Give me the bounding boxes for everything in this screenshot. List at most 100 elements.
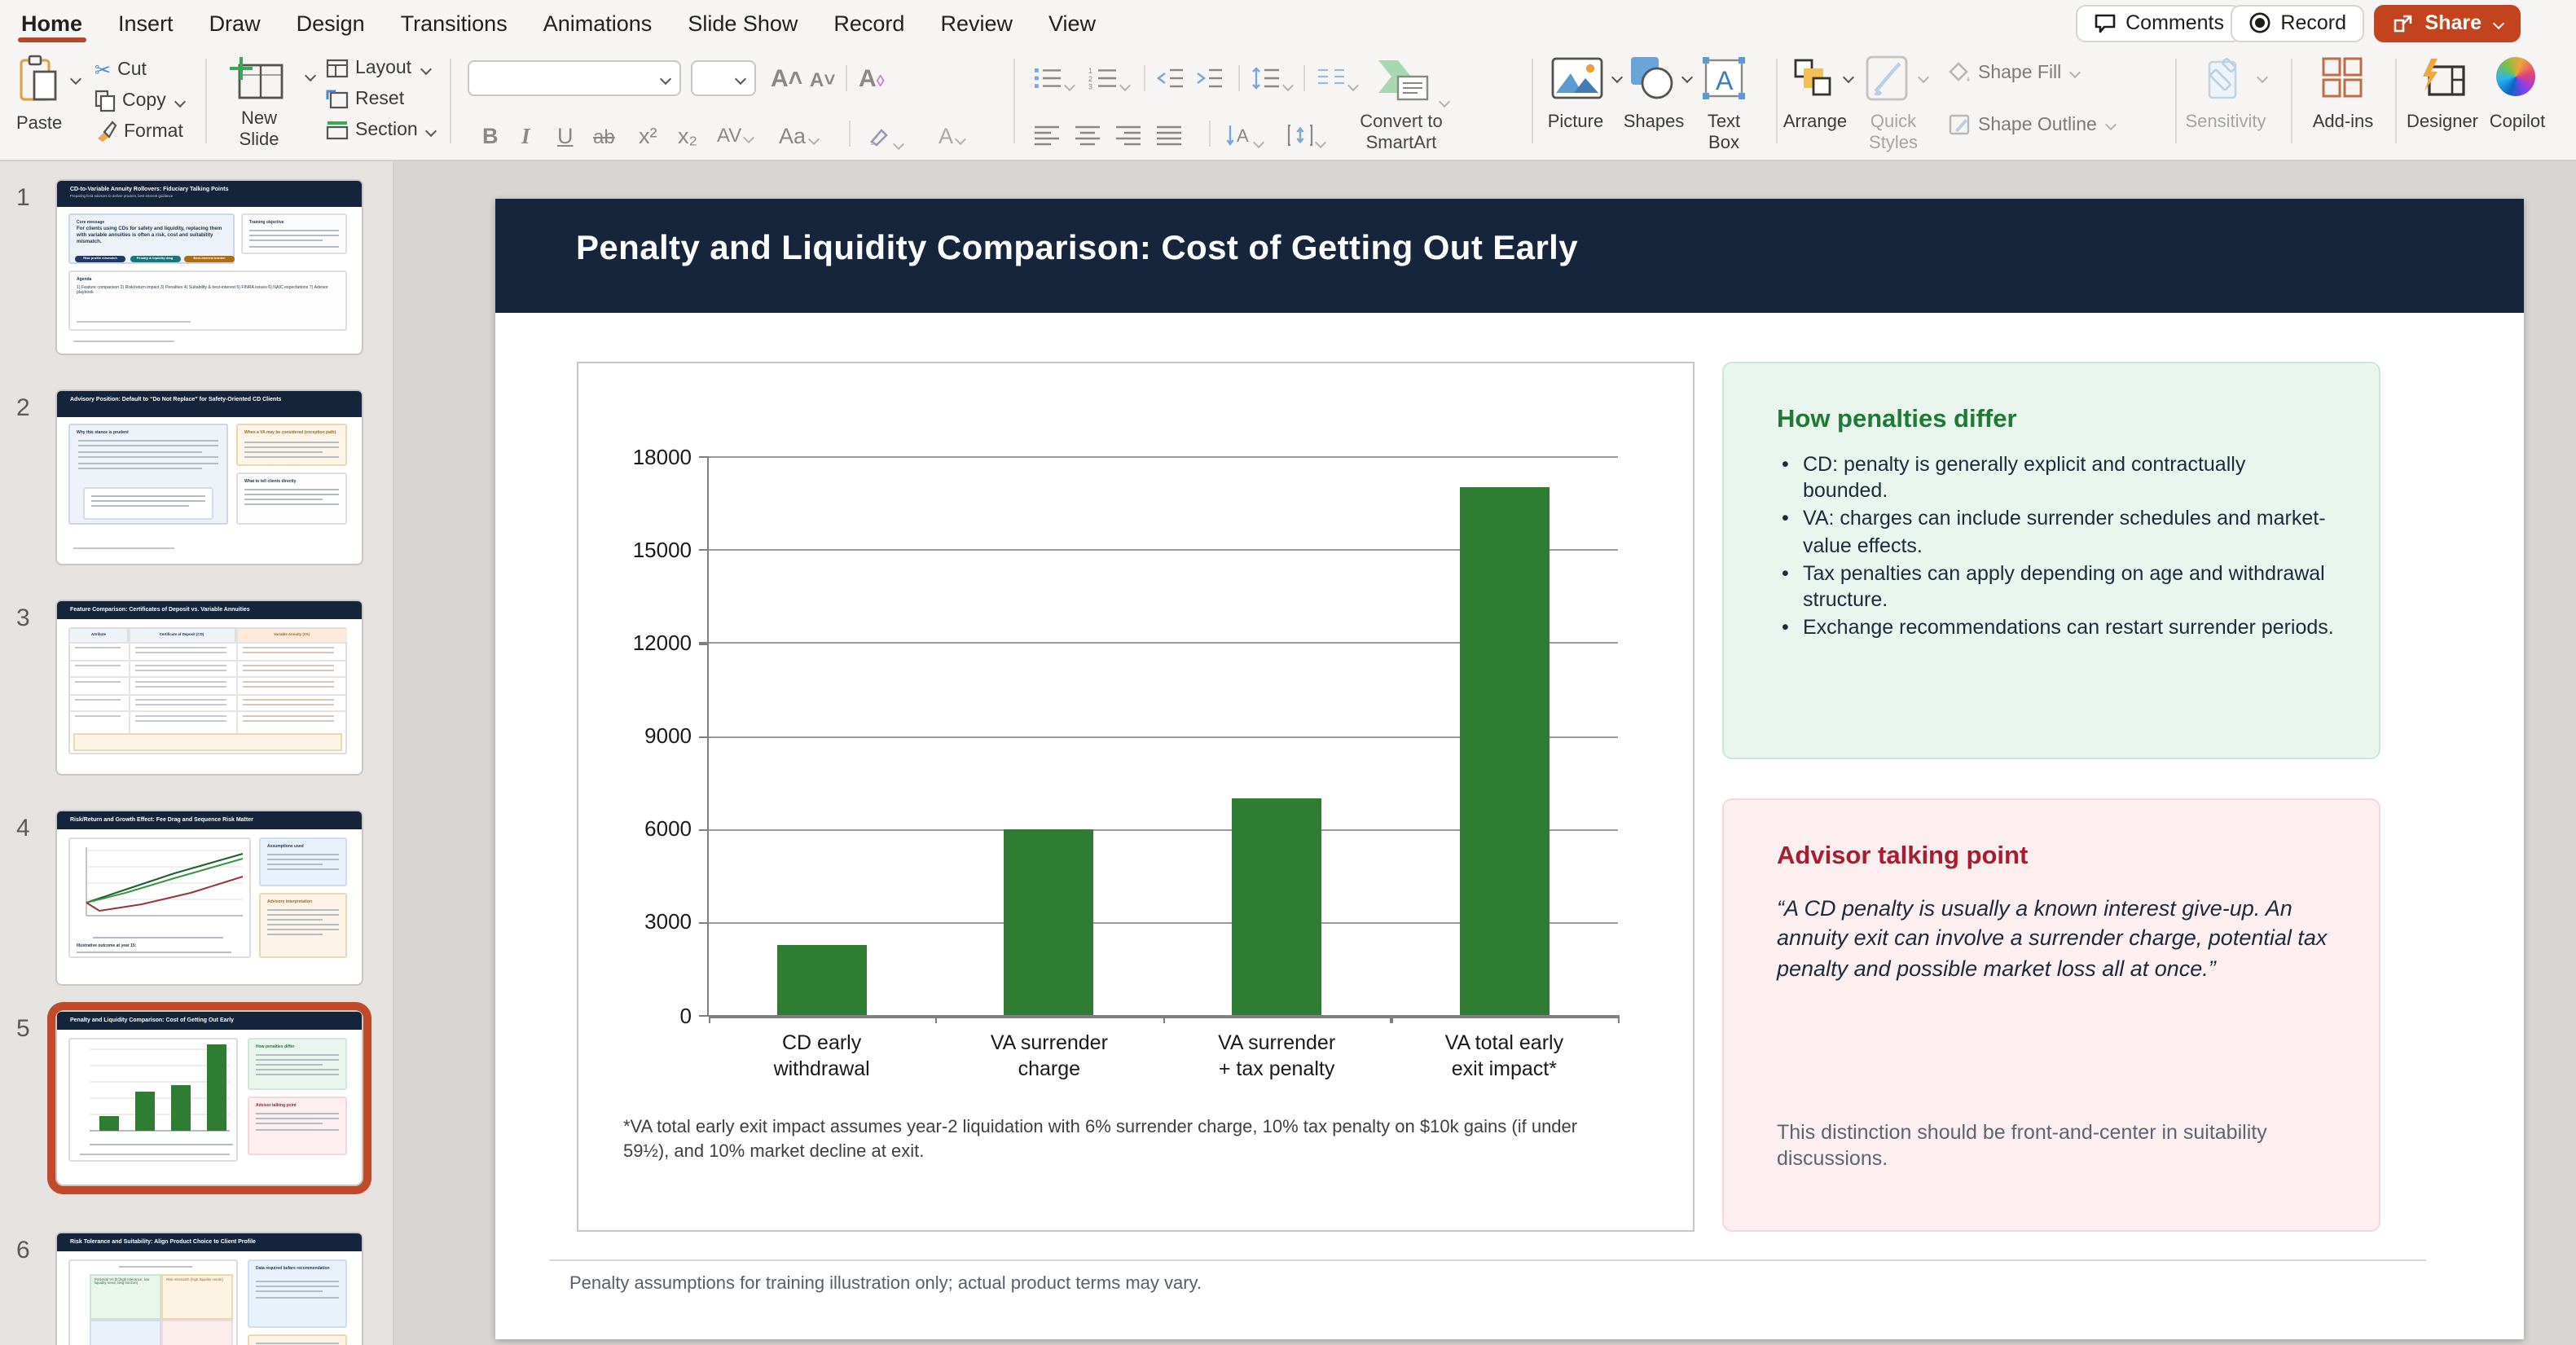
designer-button[interactable]	[2418, 57, 2467, 108]
change-case-button[interactable]: Aa	[779, 124, 817, 148]
highlight-color-button[interactable]	[867, 125, 903, 156]
slide-thumbnail-3[interactable]: Feature Comparison: Certificates of Depo…	[57, 601, 362, 774]
layout-chevron-icon	[420, 63, 431, 74]
increase-font-size-button[interactable]: A˄	[771, 65, 802, 93]
shape-fill-button[interactable]: Shape Fill	[1949, 62, 2079, 83]
layout-icon	[326, 59, 349, 78]
font-size-combo[interactable]	[691, 60, 756, 96]
copilot-label: Copilot	[2480, 112, 2555, 133]
slide-thumbnail-6[interactable]: Risk Tolerance and Suitability: Align Pr…	[57, 1233, 362, 1345]
tab-view[interactable]: View	[1031, 0, 1114, 46]
tab-slide-show[interactable]: Slide Show	[670, 0, 815, 46]
quick-styles-button[interactable]	[1864, 54, 1910, 111]
advisor-talking-point-box[interactable]: Advisor talking point “A CD penalty is u…	[1721, 798, 2380, 1231]
bullets-button[interactable]	[1033, 67, 1074, 98]
superscript-button[interactable]: x²	[639, 124, 657, 148]
text-box-button[interactable]: A	[1701, 55, 1747, 109]
cut-button[interactable]: ✂ Cut	[95, 59, 147, 81]
numbering-button[interactable]: 1 2 3	[1088, 67, 1129, 98]
font-name-chevron-icon	[660, 73, 671, 85]
ribbon-divider	[1209, 121, 1211, 147]
copilot-icon[interactable]	[2496, 57, 2535, 96]
arrange-button[interactable]	[1792, 57, 1835, 108]
text-direction-button[interactable]: A	[1225, 124, 1263, 155]
tab-review[interactable]: Review	[922, 0, 1031, 46]
svg-text:3: 3	[1088, 83, 1092, 90]
section-button[interactable]: Section	[326, 121, 436, 140]
align-text-icon	[1287, 124, 1313, 147]
comments-button[interactable]: Comments	[2075, 4, 2242, 42]
smartart-icon	[1372, 57, 1437, 106]
tab-transitions[interactable]: Transitions	[383, 0, 525, 46]
chart-bar-3[interactable]	[1232, 798, 1321, 1015]
format-painter-button[interactable]: Format	[95, 121, 183, 142]
copy-button[interactable]: Copy	[95, 90, 184, 112]
slide-title-bar[interactable]: Penalty and Liquidity Comparison: Cost o…	[495, 198, 2523, 312]
chart-bar-4[interactable]	[1459, 487, 1549, 1015]
italic-button[interactable]: I	[521, 124, 530, 150]
underline-button[interactable]: U	[557, 124, 574, 148]
shape-outline-label: Shape Outline	[1978, 115, 2097, 134]
ribbon-divider	[2291, 59, 2292, 143]
chart-panel[interactable]: *VA total early exit impact assumes year…	[576, 361, 1694, 1231]
slide-thumbnail-1[interactable]: CD-to-Variable Annuity Rollovers: Fiduci…	[57, 181, 362, 354]
add-ins-icon	[2320, 55, 2364, 99]
slide-thumbnail-2[interactable]: Advisory Position: Default to “Do Not Re…	[57, 391, 362, 564]
slide-thumbnail-4[interactable]: Risk/Return and Growth Effect: Fee Drag …	[57, 811, 362, 984]
slide-canvas[interactable]: Penalty and Liquidity Comparison: Cost o…	[495, 198, 2523, 1338]
shapes-button[interactable]	[1629, 55, 1675, 109]
thumbnail-number-6: 6	[16, 1237, 30, 1264]
shape-outline-button[interactable]: Shape Outline	[1949, 114, 2115, 135]
increase-indent-button[interactable]	[1196, 67, 1224, 98]
align-text-button[interactable]	[1287, 124, 1325, 155]
decrease-indent-button[interactable]	[1157, 67, 1185, 98]
clear-formatting-button[interactable]: A◊	[859, 65, 885, 93]
align-center-button[interactable]	[1074, 124, 1101, 147]
columns-button[interactable]	[1317, 67, 1357, 98]
record-button[interactable]: Record	[2230, 4, 2364, 42]
tab-draw[interactable]: Draw	[191, 0, 279, 46]
font-name-combo[interactable]	[468, 60, 681, 96]
how-penalties-differ-box[interactable]: How penalties differ CD: penalty is gene…	[1721, 361, 2380, 758]
justify-button[interactable]	[1155, 124, 1183, 147]
add-ins-button[interactable]	[2320, 55, 2364, 108]
strikethrough-button[interactable]: ab	[593, 125, 615, 148]
section-chevron-icon	[426, 125, 437, 136]
font-color-button[interactable]: A	[939, 124, 965, 148]
picture-chevron-icon[interactable]	[1611, 72, 1623, 83]
chart-bar-2[interactable]	[1004, 829, 1094, 1015]
subscript-button[interactable]: x₂	[678, 124, 697, 148]
new-slide-button[interactable]: NewSlide	[217, 55, 301, 151]
green-box-bullet-list: CD: penalty is generally explicit and co…	[1777, 451, 2334, 642]
ribbon-divider	[1303, 65, 1305, 91]
tab-home[interactable]: Home	[3, 0, 100, 46]
decrease-indent-icon	[1157, 67, 1185, 90]
layout-label: Layout	[355, 59, 411, 78]
align-right-button[interactable]	[1114, 124, 1142, 147]
picture-button[interactable]	[1551, 57, 1603, 108]
tab-design[interactable]: Design	[279, 0, 383, 46]
character-spacing-button[interactable]: AV	[717, 124, 753, 147]
shapes-chevron-icon[interactable]	[1681, 72, 1693, 83]
convert-to-smartart-button[interactable]	[1372, 57, 1448, 114]
layout-button[interactable]: Layout	[326, 59, 429, 78]
bold-button[interactable]: B	[482, 124, 499, 148]
line-spacing-button[interactable]	[1251, 67, 1292, 98]
arrange-icon	[1792, 57, 1835, 99]
tab-insert[interactable]: Insert	[100, 0, 191, 46]
tab-record[interactable]: Record	[815, 0, 922, 46]
arrange-chevron-icon[interactable]	[1843, 72, 1854, 83]
share-button[interactable]: Share	[2375, 4, 2521, 42]
change-case-chevron-icon	[807, 134, 819, 145]
align-left-button[interactable]	[1033, 124, 1061, 147]
designer-icon	[2418, 57, 2467, 99]
new-slide-chevron-icon[interactable]	[305, 70, 316, 81]
paste-button[interactable]: Paste	[16, 54, 62, 134]
tab-animations[interactable]: Animations	[525, 0, 670, 46]
paste-chevron-icon[interactable]	[70, 73, 81, 85]
decrease-font-size-button[interactable]: A˅	[810, 68, 835, 91]
reset-button[interactable]: Reset	[326, 90, 404, 109]
chart-bar-1[interactable]	[777, 945, 867, 1015]
slide-thumbnail-5-selected[interactable]: Penalty and Liquidity Comparison: Cost o…	[57, 1012, 362, 1185]
shape-fill-chevron-icon	[2069, 67, 2081, 78]
